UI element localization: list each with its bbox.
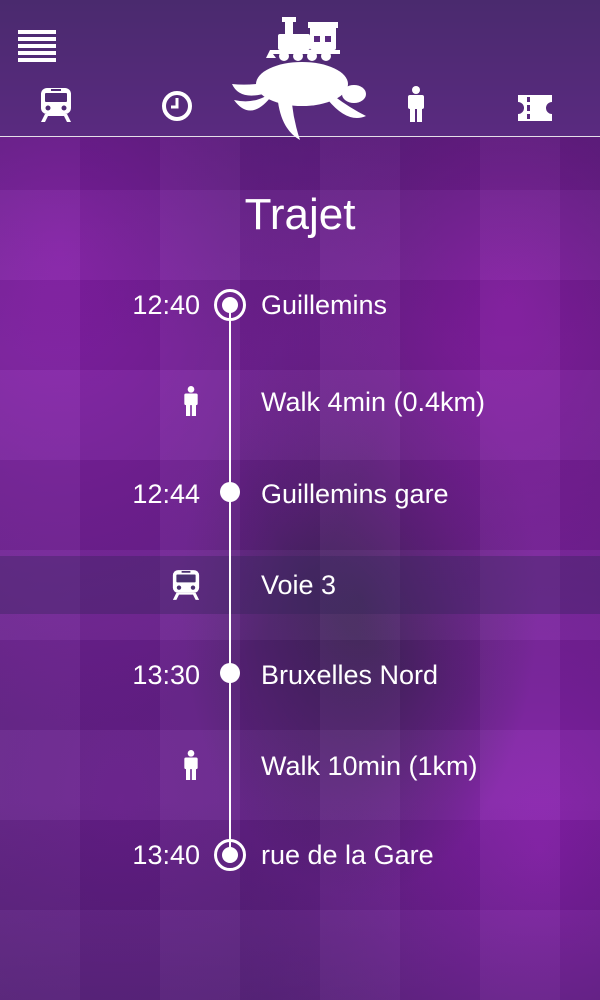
stop-marker bbox=[220, 482, 240, 502]
ticket-icon[interactable] bbox=[516, 93, 554, 127]
platform-label: Voie 3 bbox=[261, 570, 337, 600]
app-header bbox=[0, 0, 600, 140]
person-icon bbox=[181, 750, 201, 784]
itinerary-stop[interactable]: 12:40 Guillemins bbox=[0, 285, 600, 325]
endpoint-marker bbox=[214, 289, 246, 321]
train-icon[interactable] bbox=[40, 87, 72, 127]
page-title: Trajet bbox=[244, 190, 356, 239]
itinerary-walk[interactable]: Walk 10min (1km) bbox=[0, 746, 600, 786]
stop-time: 13:30 bbox=[132, 660, 200, 690]
itinerary-walk[interactable]: Walk 4min (0.4km) bbox=[0, 382, 600, 422]
itinerary-stop[interactable]: 13:40 rue de la Gare bbox=[0, 835, 600, 875]
stop-time: 13:40 bbox=[132, 840, 200, 870]
itinerary-stop[interactable]: 12:44 Guillemins gare bbox=[0, 474, 600, 514]
itinerary-stop[interactable]: 13:30 Bruxelles Nord bbox=[0, 655, 600, 695]
stop-name: Bruxelles Nord bbox=[261, 660, 439, 690]
stop-time: 12:40 bbox=[132, 290, 200, 320]
endpoint-marker bbox=[214, 839, 246, 871]
train-icon bbox=[172, 569, 200, 605]
turtle-train-logo bbox=[230, 12, 370, 142]
walk-label: Walk 4min (0.4km) bbox=[261, 387, 486, 417]
stop-name: Guillemins gare bbox=[261, 479, 449, 509]
stop-name: rue de la Gare bbox=[261, 840, 434, 870]
walk-label: Walk 10min (1km) bbox=[261, 751, 478, 781]
stop-time: 12:44 bbox=[132, 479, 200, 509]
person-icon bbox=[181, 386, 201, 420]
stop-marker bbox=[220, 663, 240, 683]
person-icon[interactable] bbox=[405, 86, 427, 126]
itinerary-train[interactable]: Voie 3 bbox=[0, 565, 600, 605]
stop-name: Guillemins bbox=[261, 290, 388, 320]
clock-icon[interactable] bbox=[161, 90, 193, 126]
menu-icon[interactable] bbox=[18, 30, 56, 62]
